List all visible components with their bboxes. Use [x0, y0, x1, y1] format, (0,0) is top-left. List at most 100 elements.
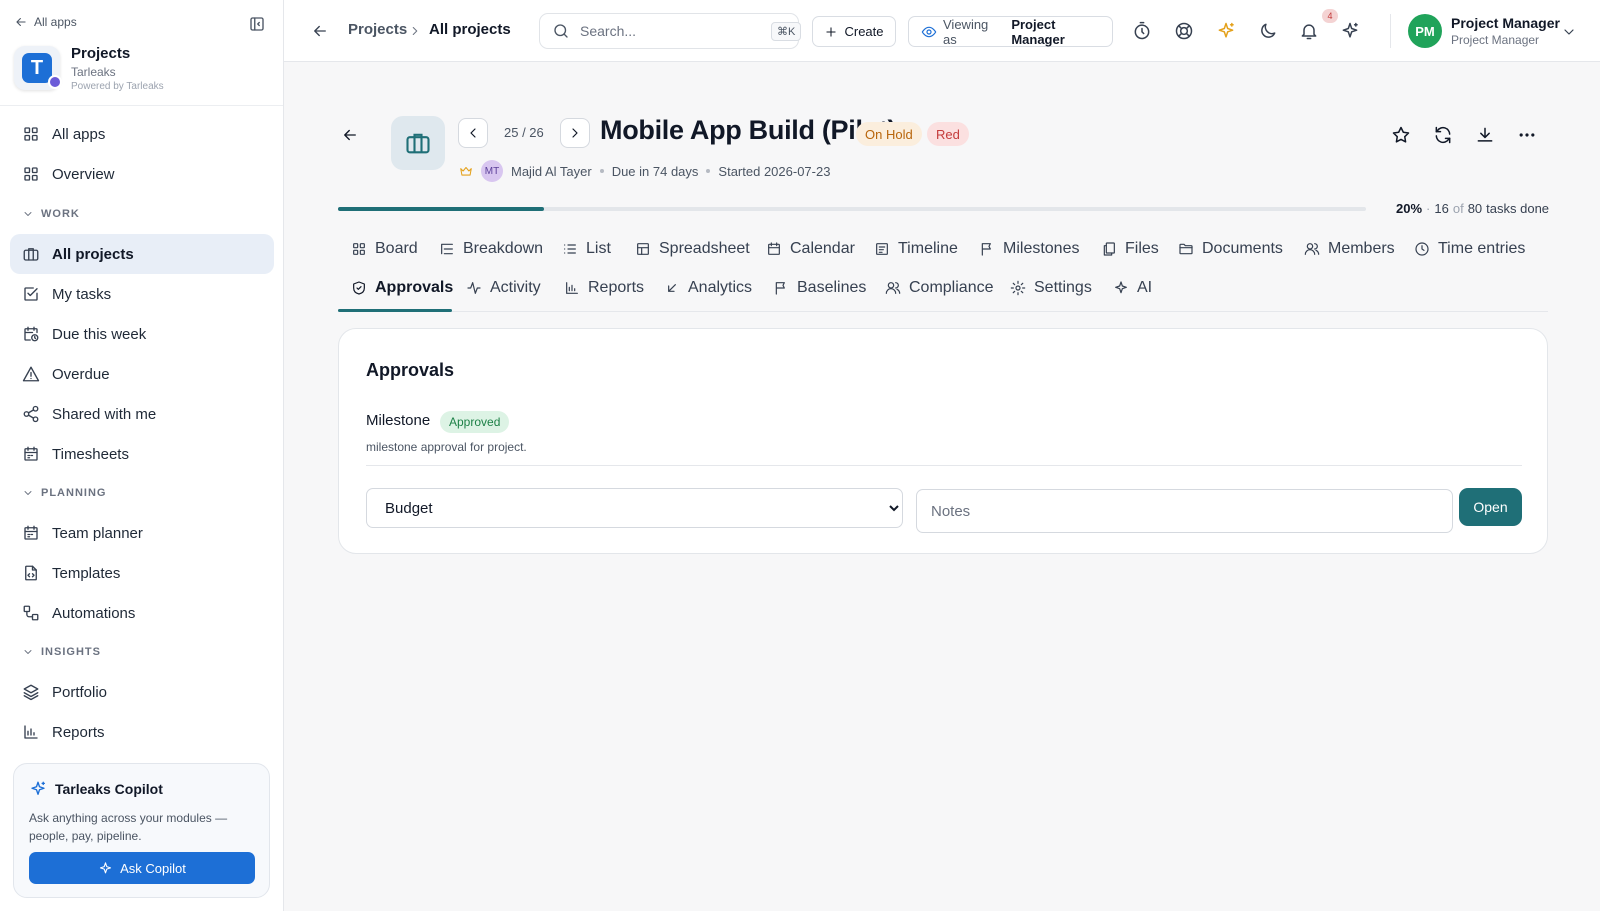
sidebar-item-automations[interactable]: Automations [10, 593, 274, 633]
next-project-button[interactable] [560, 118, 590, 148]
chevron-down-icon [22, 646, 34, 658]
chevron-down-icon [1564, 29, 1574, 35]
sidebar-collapse-icon [248, 15, 266, 33]
breadcrumb-projects[interactable]: Projects [348, 21, 407, 38]
copilot-title: Tarleaks Copilot [29, 780, 163, 798]
section-toggle-insights[interactable]: INSIGHTS [22, 646, 101, 658]
notes-input[interactable] [916, 489, 1453, 533]
sidebar-item-all-apps[interactable]: All apps [10, 114, 274, 154]
briefcase-icon [406, 133, 430, 154]
tab-compliance[interactable]: Compliance [885, 273, 993, 303]
bell-icon [1301, 24, 1317, 40]
breakdown-icon [439, 241, 455, 257]
tab-reports[interactable]: Reports [564, 273, 644, 303]
search-input[interactable] [580, 23, 761, 39]
tab-timeline[interactable]: Timeline [874, 234, 958, 264]
dark-mode-toggle[interactable] [1258, 21, 1278, 41]
tab-members[interactable]: Members [1304, 234, 1395, 264]
file-icon [22, 564, 40, 582]
tab-label: Breakdown [463, 240, 544, 257]
tab-list[interactable]: List [562, 234, 611, 264]
viewing-as-label: Viewing as [943, 16, 989, 47]
sparkles-icon [98, 861, 113, 876]
refresh-button[interactable] [1433, 125, 1453, 145]
open-approval-button[interactable]: Open [1459, 488, 1522, 526]
tab-time-entries[interactable]: Time entries [1414, 234, 1525, 264]
clock-icon [1414, 241, 1430, 257]
calendar-icon [22, 524, 40, 542]
ai-assistant-button[interactable] [1340, 21, 1360, 41]
tab-settings[interactable]: Settings [1010, 273, 1092, 303]
section-toggle-work[interactable]: WORK [22, 208, 80, 220]
sidebar-item-due-this-week[interactable]: Due this week [10, 314, 274, 354]
sidebar-item-reports[interactable]: Reports [10, 712, 274, 752]
briefcase-icon [22, 245, 40, 263]
help-button[interactable] [1174, 21, 1194, 41]
list-icon [562, 241, 578, 257]
back-button[interactable] [311, 22, 329, 40]
sidebar-item-templates[interactable]: Templates [10, 553, 274, 593]
ask-copilot-button[interactable]: Ask Copilot [29, 852, 255, 884]
sidebar-item-overdue[interactable]: Overdue [10, 354, 274, 394]
sidebar-item-portfolio[interactable]: Portfolio [10, 672, 274, 712]
viewing-as-button[interactable]: Viewing as Project Manager [908, 16, 1113, 47]
calendar-icon [766, 241, 782, 257]
notifications-button[interactable] [1299, 21, 1319, 41]
flag-icon [773, 280, 789, 296]
back-to-all-apps-link[interactable]: All apps [14, 15, 77, 29]
tab-spreadsheet[interactable]: Spreadsheet [635, 234, 750, 264]
tab-milestones[interactable]: Milestones [979, 234, 1079, 264]
tab-label: Time entries [1438, 240, 1526, 257]
tab-ai[interactable]: AI [1113, 273, 1152, 303]
sidebar-item-timesheets[interactable]: Timesheets [10, 434, 274, 474]
tab-approvals[interactable]: Approvals [351, 273, 453, 303]
checkbox-icon [22, 285, 40, 303]
timeline-icon [874, 241, 890, 257]
tab-activity[interactable]: Activity [466, 273, 541, 303]
sidebar-item-my-tasks[interactable]: My tasks [10, 274, 274, 314]
sidebar-item-label: My tasks [52, 285, 112, 303]
sidebar-item-shared-with-me[interactable]: Shared with me [10, 394, 274, 434]
tab-calendar[interactable]: Calendar [766, 234, 855, 264]
notification-count-badge: 4 [1322, 9, 1338, 23]
search-icon [552, 22, 570, 40]
meta-separator [706, 169, 711, 173]
approval-type-select[interactable]: Budget [366, 488, 903, 528]
crown-icon [459, 164, 473, 178]
sidebar-header: All apps T Projects Tarleaks Powered by … [0, 0, 283, 106]
previous-project-button[interactable] [458, 118, 488, 148]
tab-board[interactable]: Board [351, 234, 418, 264]
tab-documents[interactable]: Documents [1178, 234, 1283, 264]
ask-copilot-label: Ask Copilot [120, 860, 186, 876]
sidebar-item-label: Due this week [52, 325, 147, 343]
more-options-button[interactable] [1517, 125, 1537, 145]
star-icon [1392, 126, 1410, 143]
create-button[interactable]: Create [812, 16, 896, 47]
progress-percent: 20% [1396, 201, 1423, 216]
activity-icon [466, 280, 482, 296]
whats-new-button[interactable] [1216, 21, 1236, 41]
grid-icon [22, 125, 40, 143]
favorite-button[interactable] [1391, 125, 1411, 145]
share-icon [22, 405, 40, 423]
tab-analytics[interactable]: Analytics [664, 273, 752, 303]
tab-baselines[interactable]: Baselines [773, 273, 866, 303]
tab-breakdown[interactable]: Breakdown [439, 234, 543, 264]
project-back-button[interactable] [341, 126, 359, 144]
user-name[interactable]: Project Manager [1451, 15, 1560, 31]
sidebar-item-overview[interactable]: Overview [10, 154, 274, 194]
timer-button[interactable] [1132, 21, 1152, 41]
breadcrumb-all-projects: All projects [429, 21, 511, 38]
sidebar-item-team-planner[interactable]: Team planner [10, 513, 274, 553]
chevron-down-icon [22, 487, 34, 499]
download-button[interactable] [1475, 125, 1495, 145]
collapse-sidebar-button[interactable] [248, 15, 266, 33]
sidebar-item-all-projects[interactable]: All projects [10, 234, 274, 274]
lifebuoy-icon [1175, 22, 1193, 40]
section-toggle-planning[interactable]: PLANNING [22, 487, 106, 499]
user-avatar[interactable]: PM [1408, 14, 1442, 48]
chevron-down-icon [22, 208, 34, 220]
tab-files[interactable]: Files [1101, 234, 1159, 264]
project-pager-count: 25 / 26 [504, 125, 544, 140]
user-menu-button[interactable] [1561, 24, 1577, 40]
